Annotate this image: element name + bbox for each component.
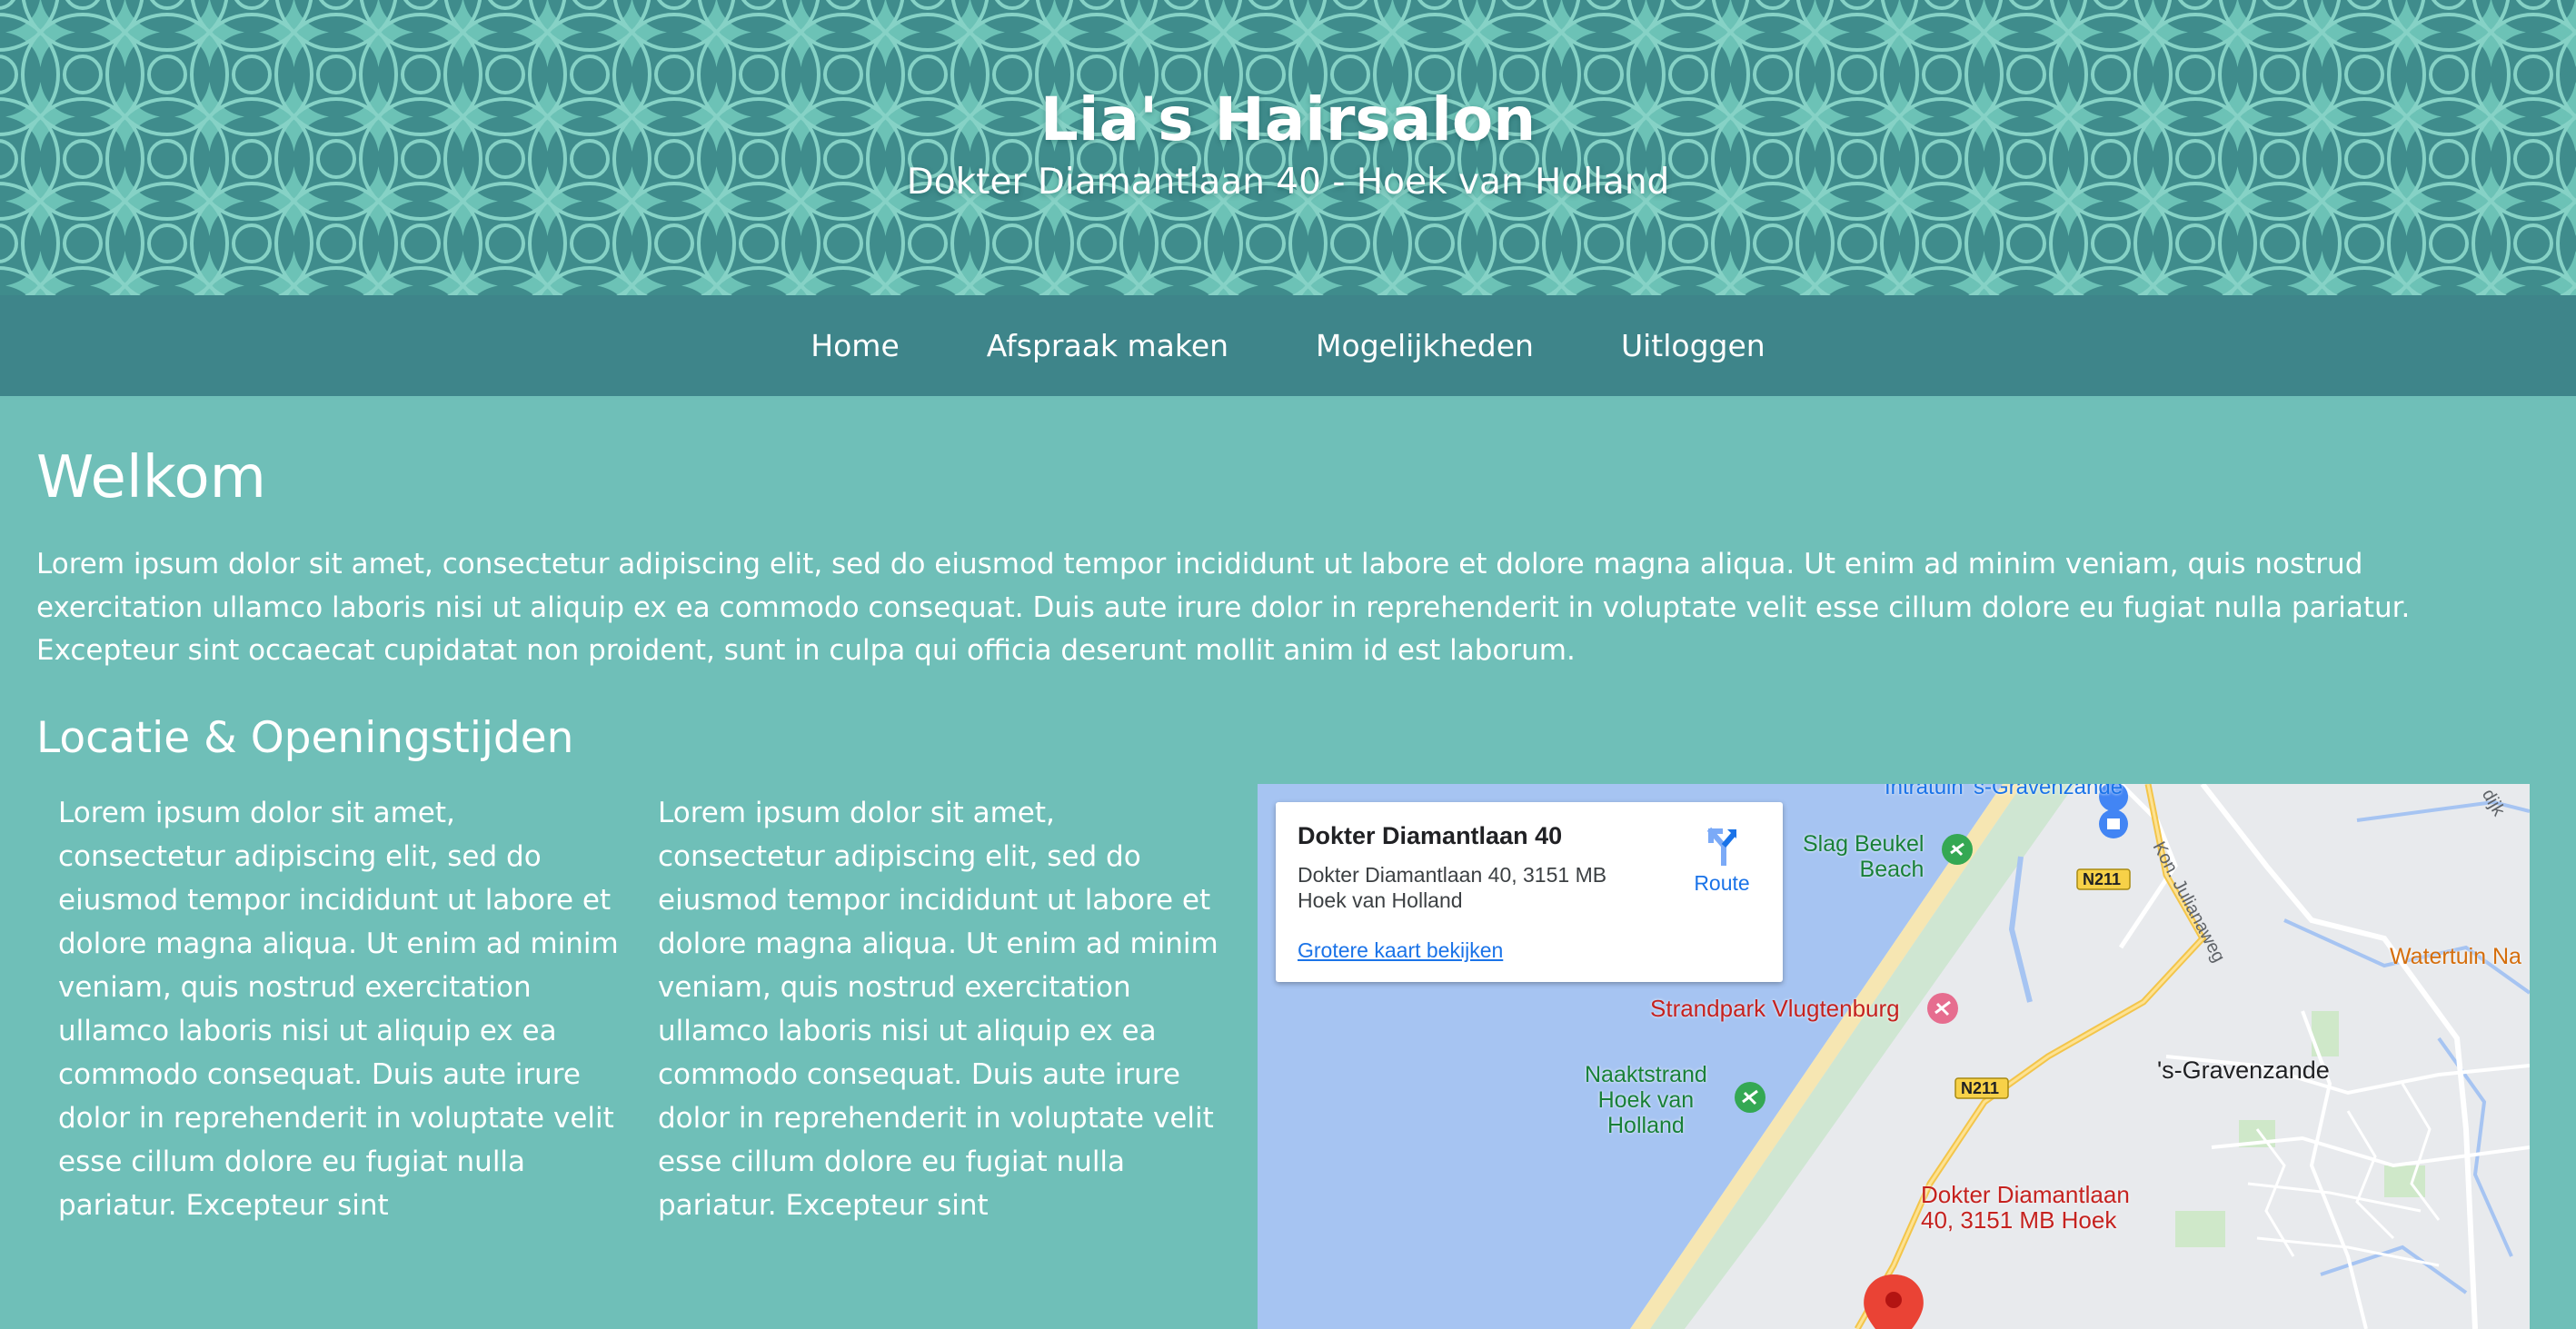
nav-item-home[interactable]: Home	[767, 295, 942, 396]
slag-beukel-marker[interactable]	[1942, 833, 1973, 865]
site-header: Lia's Hairsalon Dokter Diamantlaan 40 - …	[0, 0, 2576, 295]
map-label-slag-beukel: Slag Beukel Beach	[1803, 830, 1925, 882]
directions-icon	[1706, 827, 1737, 866]
location-pin-icon[interactable]	[1864, 1274, 1924, 1329]
map-label-naaktstrand: Naaktstrand Hoek van Holland	[1585, 1061, 1707, 1138]
larger-map-link[interactable]: Grotere kaart bekijken	[1298, 938, 1503, 963]
main-nav: Home Afspraak maken Mogelijkheden Uitlog…	[0, 295, 2576, 396]
map-label-marker: Dokter Diamantlaan 40, 3151 MB Hoek	[1921, 1180, 2130, 1234]
map-label-strandpark: Strandpark Vlugtenburg	[1650, 994, 1900, 1022]
location-text-column-2: Lorem ipsum dolor sit amet, consectetur …	[658, 796, 1218, 1222]
map-card-address: Dokter Diamantlaan 40, 3151 MB Hoek van …	[1298, 862, 1607, 912]
map-card-title: Dokter Diamantlaan 40	[1298, 821, 1563, 849]
header-titles: Lia's Hairsalon Dokter Diamantlaan 40 - …	[0, 0, 2576, 207]
map-info-card: Dokter Diamantlaan 40 Dokter Diamantlaan…	[1276, 801, 1783, 982]
naaktstrand-marker[interactable]	[1735, 1081, 1765, 1113]
map-label-n211-b: N211	[1961, 1078, 2000, 1097]
main-content: Welkom Lorem ipsum dolor sit amet, conse…	[0, 396, 2576, 1329]
location-heading: Locatie & Openingstijden	[36, 712, 574, 763]
map-label-gravenzande: 's-Gravenzande	[2157, 1056, 2330, 1084]
welcome-text: Lorem ipsum dolor sit amet, consectetur …	[36, 548, 2411, 667]
nav-item-uitloggen[interactable]: Uitloggen	[1577, 295, 1809, 396]
map-label-watertuin: Watertuin Na	[2390, 943, 2521, 969]
google-map-embed[interactable]: Intratuin 's-Gravenzande Slag Beukel Bea…	[1258, 783, 2530, 1329]
map-label-intratuin: Intratuin 's-Gravenzande	[1885, 783, 2123, 799]
site-title: Lia's Hairsalon	[1039, 84, 1537, 154]
nav-item-afspraak-maken[interactable]: Afspraak maken	[943, 295, 1272, 396]
route-label: Route	[1694, 870, 1750, 895]
location-text-column-1: Lorem ipsum dolor sit amet, consectetur …	[58, 796, 619, 1222]
strandpark-marker[interactable]	[1927, 992, 1958, 1024]
welcome-heading: Welkom	[36, 444, 266, 511]
location-columns: Lorem ipsum dolor sit amet, consectetur …	[36, 783, 2540, 1329]
route-button[interactable]: Route	[1681, 826, 1763, 896]
map-label-n211-a: N211	[2083, 869, 2122, 888]
site-subtitle: Dokter Diamantlaan 40 - Hoek van Holland	[906, 162, 1670, 203]
nav-item-mogelijkheden[interactable]: Mogelijkheden	[1272, 295, 1577, 396]
